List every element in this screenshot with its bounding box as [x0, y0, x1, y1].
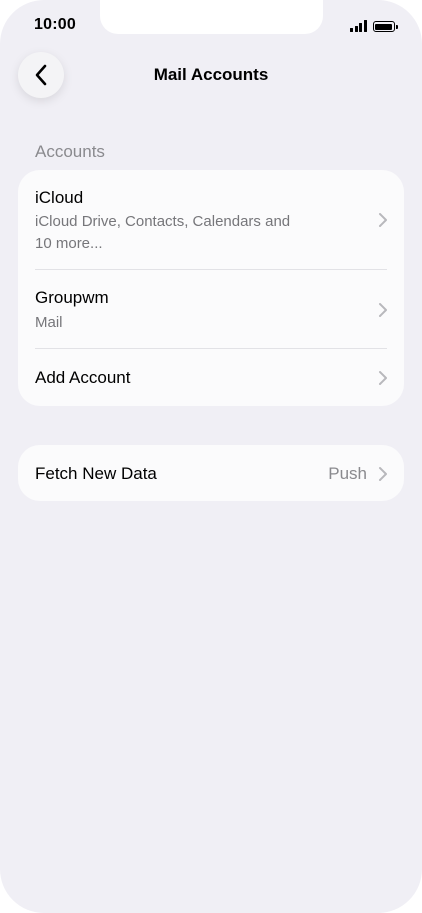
account-subtitle-continued: 10 more...	[35, 235, 103, 252]
account-subtitle: iCloud Drive, Contacts, Calendars and	[35, 213, 291, 230]
accounts-section-header: Accounts	[35, 142, 105, 161]
chevron-right-icon	[379, 371, 387, 385]
account-subtitle: Mail	[35, 314, 63, 331]
add-account-row[interactable]: Add Account	[18, 349, 404, 406]
fetch-card: Fetch New Data Push	[18, 445, 404, 501]
account-row-icloud[interactable]: iCloud iCloud Drive, Contacts, Calendars…	[18, 170, 404, 269]
device-notch	[100, 0, 323, 34]
add-account-label: Add Account	[35, 368, 131, 387]
page-title: Mail Accounts	[153, 65, 269, 84]
cellular-signal-icon	[350, 20, 367, 32]
chevron-right-icon	[379, 213, 387, 227]
fetch-mode-value: Push	[328, 464, 367, 483]
status-time: 10:00	[34, 16, 76, 33]
chevron-right-icon	[379, 467, 387, 481]
fetch-new-data-label: Fetch New Data	[35, 464, 157, 483]
battery-icon	[372, 21, 398, 32]
phone-screen: 10:00 Mail Accounts Accounts iCloud iClo…	[0, 0, 422, 913]
fetch-new-data-row[interactable]: Fetch New Data Push	[18, 445, 404, 501]
account-title: Groupwm	[35, 288, 109, 307]
chevron-right-icon	[379, 303, 387, 317]
account-row-groupwm[interactable]: Groupwm Mail	[18, 270, 404, 348]
accounts-card: iCloud iCloud Drive, Contacts, Calendars…	[18, 170, 404, 406]
status-icons	[350, 18, 398, 32]
account-title: iCloud	[35, 188, 84, 207]
